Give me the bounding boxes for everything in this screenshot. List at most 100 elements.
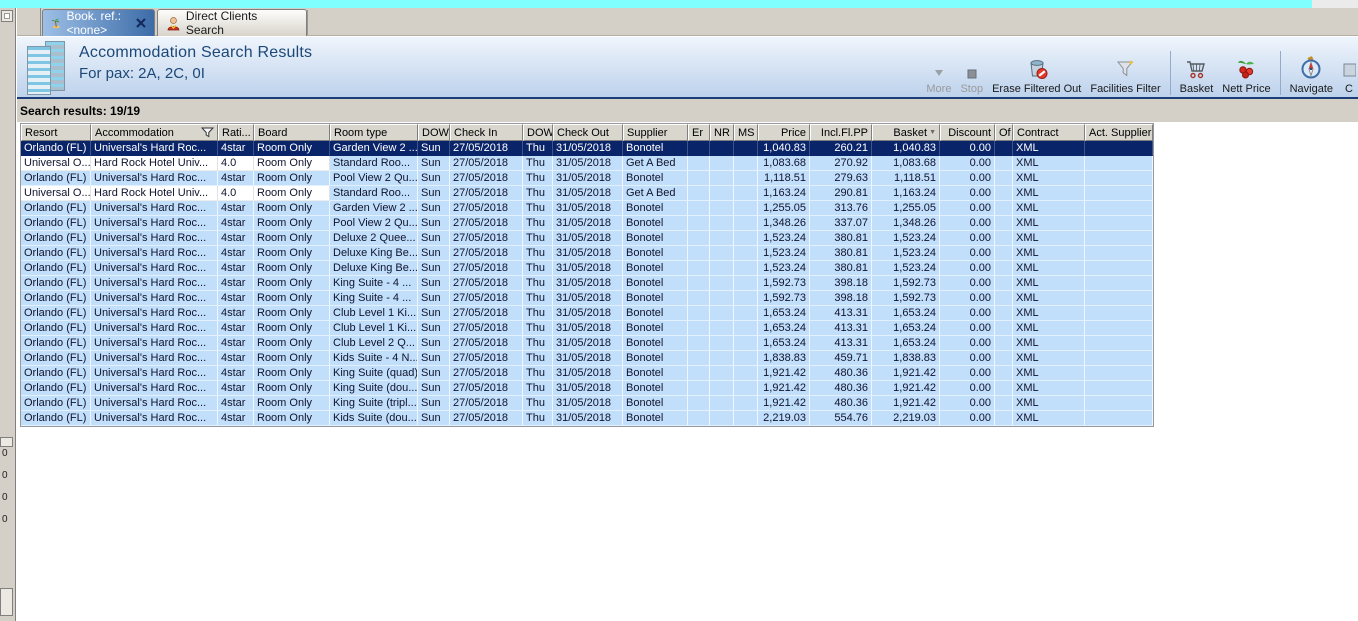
- table-row[interactable]: Universal O... Hard Rock Hotel Univ... 4.0…: [21, 186, 1153, 201]
- column-header-ms[interactable]: MS: [734, 124, 758, 141]
- cell-ms: [734, 246, 758, 261]
- cutoff-button[interactable]: C: [1342, 56, 1356, 95]
- cell-resort: Universal O...: [21, 186, 91, 201]
- table-row[interactable]: Orlando (FL) Universal's Hard Roc... 4star…: [21, 201, 1153, 216]
- cell-rati: 4star: [218, 246, 254, 261]
- cell-basket: 1,921.42: [872, 396, 940, 411]
- table-row[interactable]: Orlando (FL) Universal's Hard Roc... 4star…: [21, 366, 1153, 381]
- table-row[interactable]: Orlando (FL) Universal's Hard Roc... 4star…: [21, 321, 1153, 336]
- cell-nr: [710, 381, 734, 396]
- column-header-label: MS: [738, 126, 755, 139]
- table-row[interactable]: Orlando (FL) Universal's Hard Roc... 4star…: [21, 276, 1153, 291]
- cell-act-supplier: [1085, 156, 1153, 171]
- basket-button[interactable]: Basket: [1180, 56, 1213, 95]
- dock-button-middle[interactable]: [0, 437, 13, 447]
- cell-incl-fl-pp: 480.36: [810, 381, 872, 396]
- button-label: More: [926, 83, 952, 95]
- table-row[interactable]: Orlando (FL) Universal's Hard Roc... 4star…: [21, 261, 1153, 276]
- cell-check-out: 31/05/2018: [553, 156, 623, 171]
- cell-supplier: Get A Bed: [623, 186, 688, 201]
- cell-incl-fl-pp: 398.18: [810, 291, 872, 306]
- cell-discount: 0.00: [940, 156, 995, 171]
- cell-discount: 0.00: [940, 276, 995, 291]
- cell-contract: XML: [1013, 276, 1085, 291]
- table-row[interactable]: Orlando (FL) Universal's Hard Roc... 4star…: [21, 291, 1153, 306]
- cell-check-in: 27/05/2018: [450, 351, 523, 366]
- dock-value: 0: [2, 492, 8, 503]
- cell-nr: [710, 321, 734, 336]
- column-header-accommodation[interactable]: Accommodation: [91, 124, 218, 141]
- more-icon: [932, 56, 946, 80]
- toolbar-separator: [1279, 51, 1281, 95]
- cell-supplier: Bonotel: [623, 171, 688, 186]
- cell-of: [995, 411, 1013, 426]
- erase-filtered-out-button[interactable]: Erase Filtered Out: [992, 56, 1081, 95]
- cell-basket: 1,040.83: [872, 141, 940, 156]
- cell-check-out: 31/05/2018: [553, 396, 623, 411]
- column-header-contract[interactable]: Contract: [1013, 124, 1085, 141]
- table-row[interactable]: Orlando (FL) Universal's Hard Roc... 4star…: [21, 216, 1153, 231]
- page-subtitle: For pax: 2A, 2C, 0I: [79, 65, 205, 82]
- cell-accommodation: Universal's Hard Roc...: [91, 171, 218, 186]
- table-row[interactable]: Orlando (FL) Universal's Hard Roc... 4star…: [21, 396, 1153, 411]
- column-header-discount[interactable]: Discount: [940, 124, 995, 141]
- table-row-selected[interactable]: Orlando (FL) Universal's Hard Roc... 4star…: [21, 141, 1153, 156]
- table-row[interactable]: Orlando (FL) Universal's Hard Roc... 4star…: [21, 231, 1153, 246]
- table-row[interactable]: Orlando (FL) Universal's Hard Roc... 4star…: [21, 381, 1153, 396]
- close-icon[interactable]: [136, 18, 146, 28]
- column-header-dow[interactable]: DOW: [523, 124, 553, 141]
- table-row[interactable]: Orlando (FL) Universal's Hard Roc... 4star…: [21, 351, 1153, 366]
- cell-resort: Orlando (FL): [21, 231, 91, 246]
- cell-accommodation: Hard Rock Hotel Univ...: [91, 156, 218, 171]
- column-header-price[interactable]: Price: [758, 124, 810, 141]
- nett-price-button[interactable]: Nett Price: [1222, 56, 1271, 95]
- dock-button-bottom[interactable]: [0, 588, 13, 616]
- column-header-act-supplier[interactable]: Act. Supplier: [1085, 124, 1153, 141]
- more-button[interactable]: More: [926, 56, 951, 95]
- dock-button-glyph: [4, 13, 10, 19]
- cell-discount: 0.00: [940, 231, 995, 246]
- button-label: Erase Filtered Out: [992, 83, 1082, 95]
- column-filter-icon[interactable]: [201, 127, 214, 138]
- cell-nr: [710, 411, 734, 426]
- column-header-room-type[interactable]: Room type: [330, 124, 418, 141]
- table-row[interactable]: Orlando (FL) Universal's Hard Roc... 4star…: [21, 411, 1153, 426]
- column-header-nr[interactable]: NR: [710, 124, 734, 141]
- tab-booking-ref[interactable]: Book. ref.: <none>: [42, 9, 155, 37]
- cell-incl-fl-pp: 337.07: [810, 216, 872, 231]
- column-header-er[interactable]: Er: [688, 124, 710, 141]
- column-header-supplier[interactable]: Supplier: [623, 124, 688, 141]
- column-header-rati[interactable]: Rati...: [218, 124, 254, 141]
- column-header-label: Er: [692, 126, 703, 139]
- cell-check-in: 27/05/2018: [450, 396, 523, 411]
- table-row[interactable]: Orlando (FL) Universal's Hard Roc... 4star…: [21, 171, 1153, 186]
- column-header-board[interactable]: Board: [254, 124, 330, 141]
- cell-board: Room Only: [254, 231, 330, 246]
- column-header-dow[interactable]: DOW: [418, 124, 450, 141]
- table-row[interactable]: Universal O... Hard Rock Hotel Univ... 4.0…: [21, 156, 1153, 171]
- column-header-resort[interactable]: Resort: [21, 124, 91, 141]
- column-header-incl-fl-pp[interactable]: Incl.Fl.PP: [810, 124, 872, 141]
- navigate-button[interactable]: Navigate: [1290, 56, 1333, 95]
- cell-er: [688, 336, 710, 351]
- table-row[interactable]: Orlando (FL) Universal's Hard Roc... 4star…: [21, 336, 1153, 351]
- table-row[interactable]: Orlando (FL) Universal's Hard Roc... 4star…: [21, 306, 1153, 321]
- column-header-check-out[interactable]: Check Out: [553, 124, 623, 141]
- table-row[interactable]: Orlando (FL) Universal's Hard Roc... 4star…: [21, 246, 1153, 261]
- facilities-filter-button[interactable]: Facilities Filter: [1090, 56, 1161, 95]
- cell-discount: 0.00: [940, 366, 995, 381]
- cell-room-type: Deluxe 2 Quee...: [330, 231, 418, 246]
- dock-button-top[interactable]: [1, 10, 13, 22]
- column-header-basket[interactable]: Basket ▼: [872, 124, 940, 141]
- column-header-check-in[interactable]: Check In: [450, 124, 523, 141]
- cell-board: Room Only: [254, 261, 330, 276]
- stop-button[interactable]: Stop: [960, 56, 983, 95]
- tab-direct-clients-search[interactable]: Direct Clients Search: [157, 9, 307, 37]
- cell-contract: XML: [1013, 366, 1085, 381]
- cell-er: [688, 411, 710, 426]
- cell-dow: Thu: [523, 171, 553, 186]
- cell-dow: Sun: [418, 291, 450, 306]
- button-label: Stop: [960, 83, 984, 95]
- cell-er: [688, 246, 710, 261]
- column-header-of[interactable]: Of: [995, 124, 1013, 141]
